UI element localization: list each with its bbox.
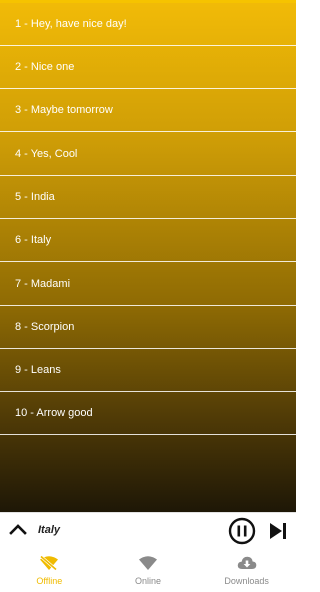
track-item-7[interactable]: 7 - Madami (0, 263, 296, 306)
track-list[interactable]: 1 - Hey, have nice day! 2 - Nice one 3 -… (0, 0, 296, 512)
track-item-4[interactable]: 4 - Yes, Cool (0, 133, 296, 176)
track-item-9[interactable]: 9 - Leans (0, 349, 296, 392)
nav-offline-label: Offline (36, 576, 63, 586)
track-item-5[interactable]: 5 - India (0, 176, 296, 219)
chevron-up-icon[interactable] (8, 521, 28, 537)
app-screen: 1 - Hey, have nice day! 2 - Nice one 3 -… (0, 0, 296, 592)
pause-circle-icon[interactable] (228, 517, 256, 545)
wifi-off-icon (40, 555, 59, 571)
track-item-8[interactable]: 8 - Scorpion (0, 306, 296, 349)
track-item-2[interactable]: 2 - Nice one (0, 46, 296, 89)
track-item-6[interactable]: 6 - Italy (0, 219, 296, 262)
nav-downloads-label: Downloads (224, 576, 269, 586)
nav-online-label: Online (135, 576, 162, 586)
now-playing-title: Italy (38, 524, 61, 536)
nav-online[interactable]: Online (99, 548, 198, 592)
wifi-icon (139, 556, 157, 570)
cloud-download-icon (237, 556, 256, 569)
nav-downloads[interactable]: Downloads (197, 548, 296, 592)
track-item-3[interactable]: 3 - Maybe tomorrow (0, 89, 296, 132)
mini-player: Italy (0, 512, 296, 548)
bottom-navigation: Offline Online Downloads (0, 548, 296, 592)
track-item-10[interactable]: 10 - Arrow good (0, 392, 296, 435)
skip-next-icon[interactable] (268, 522, 288, 540)
track-item-1[interactable]: 1 - Hey, have nice day! (0, 3, 296, 46)
nav-offline[interactable]: Offline (0, 548, 99, 592)
